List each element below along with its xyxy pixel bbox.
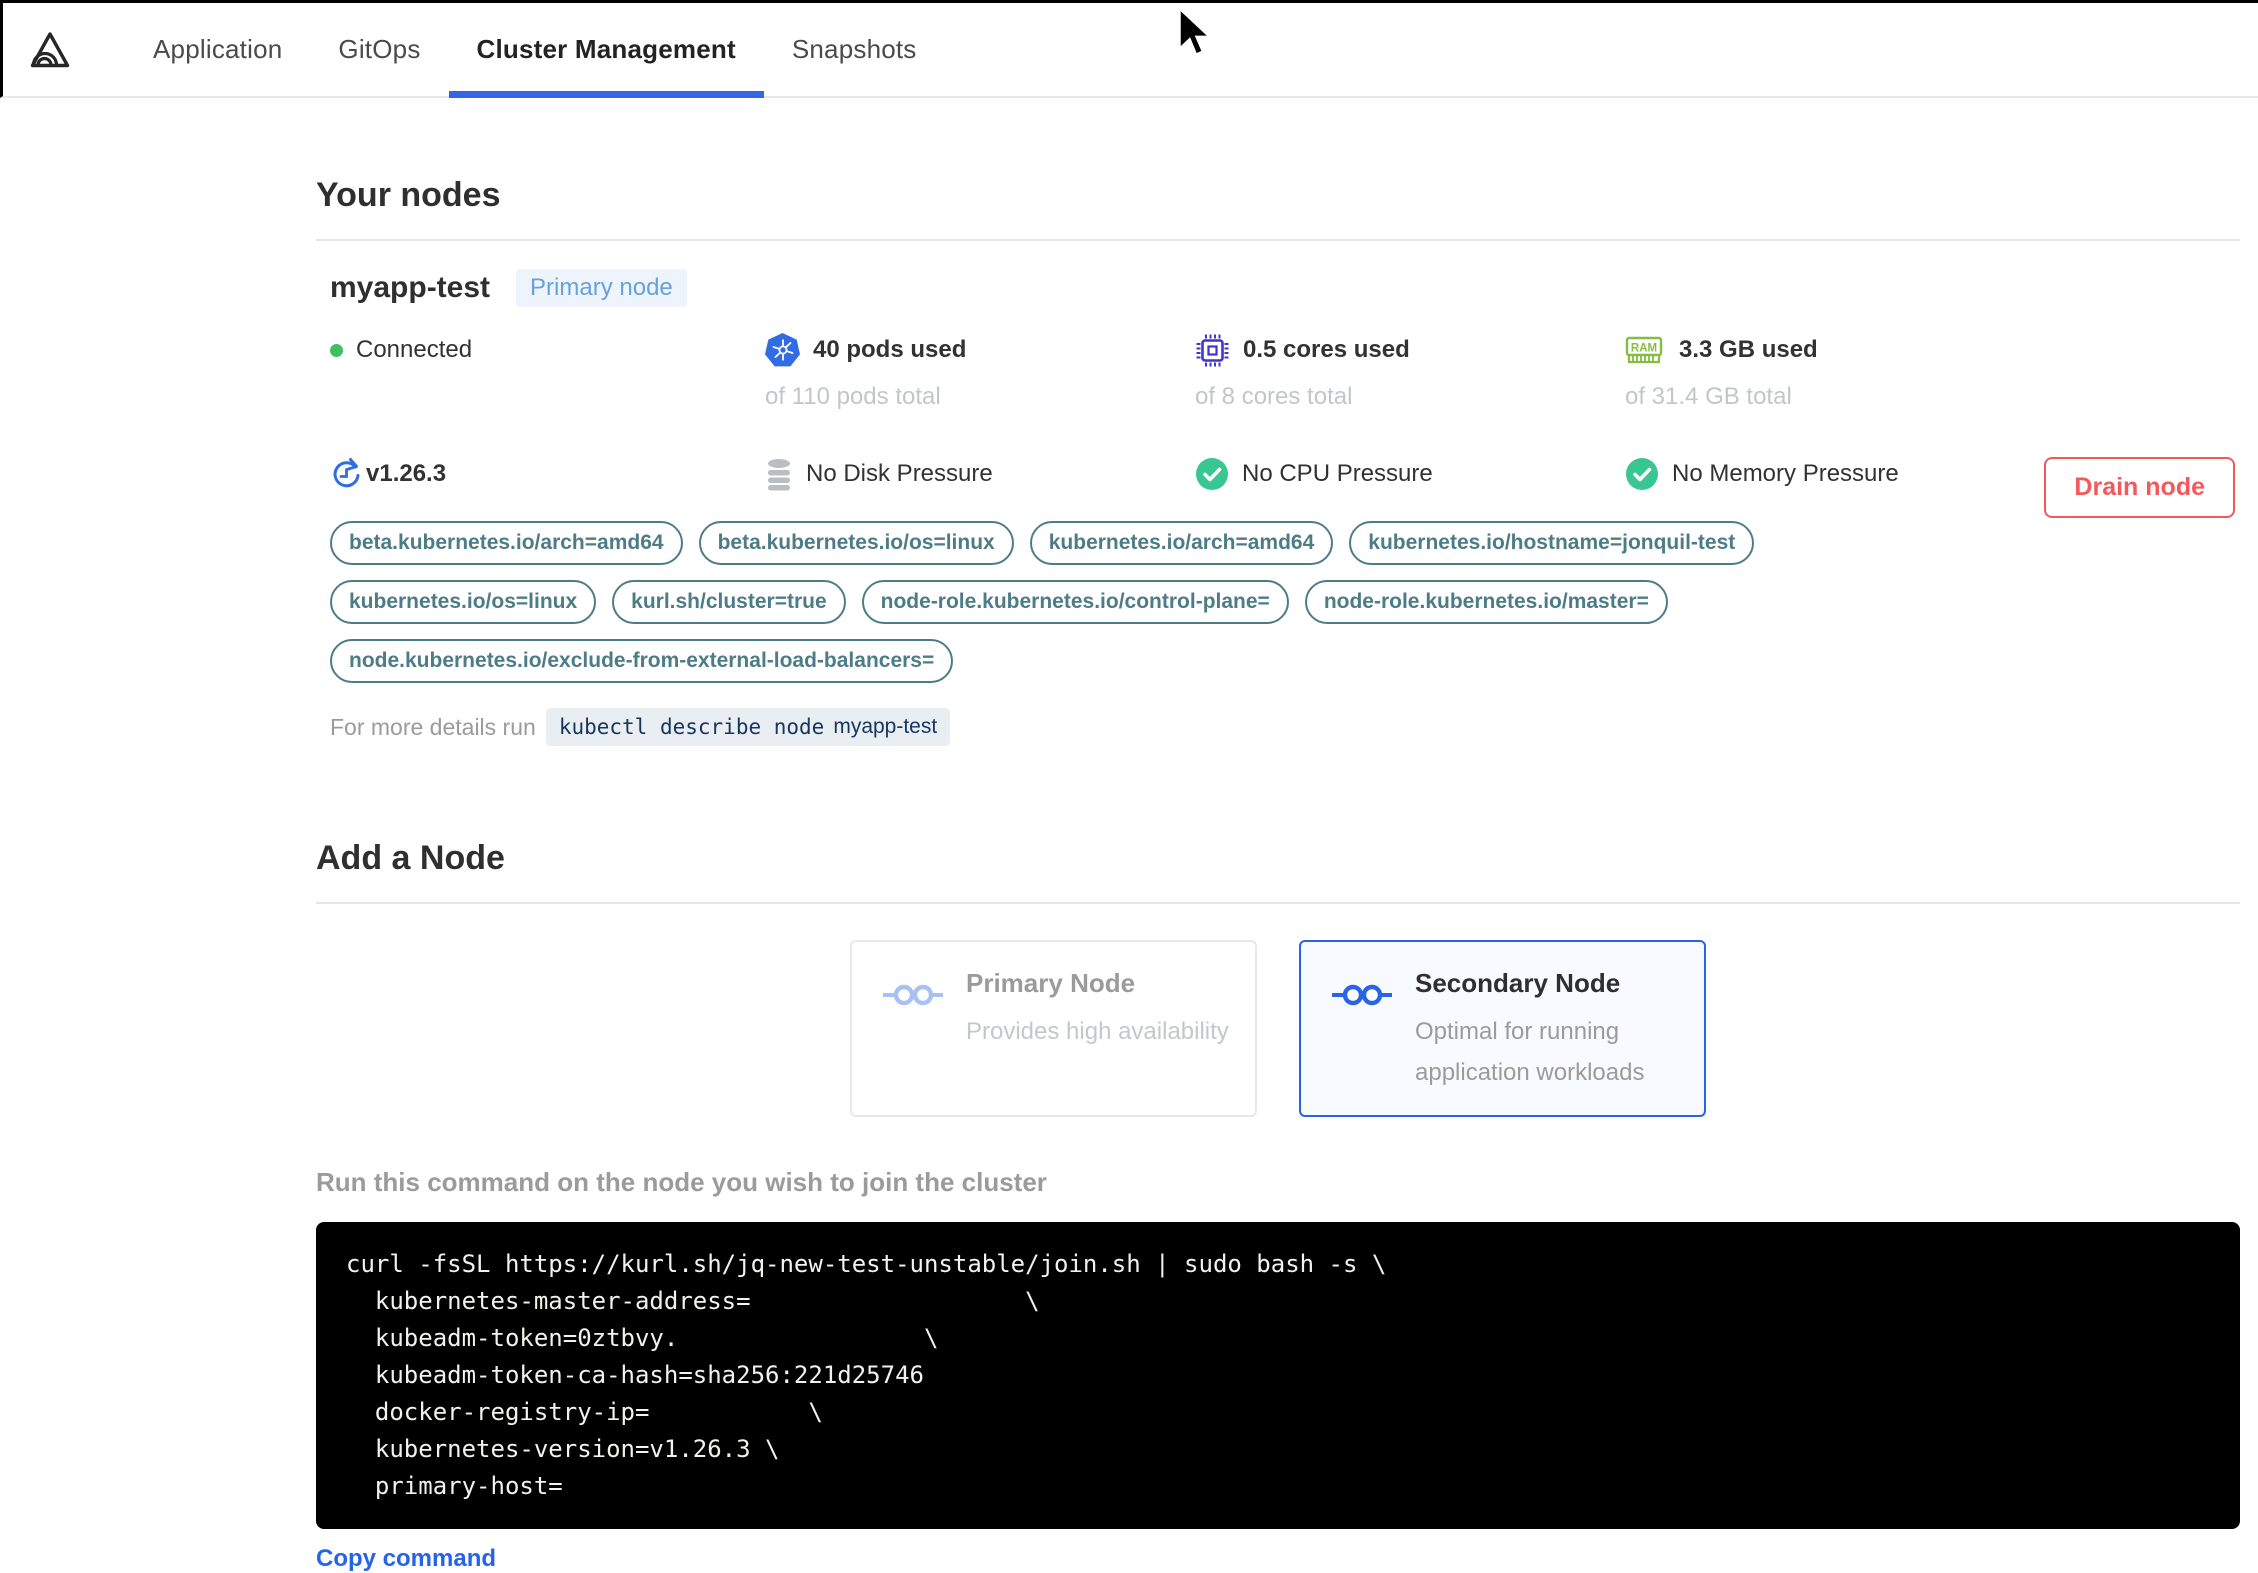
node-label-pill: beta.kubernetes.io/arch=amd64	[330, 521, 683, 565]
node-labels: beta.kubernetes.io/arch=amd64 beta.kuber…	[330, 521, 1970, 683]
node-card: myapp-test Primary node Connected 40 pod…	[316, 241, 2240, 749]
version-update-icon	[333, 458, 360, 488]
pods-total-value: of 110 pods total	[765, 383, 941, 410]
secondary-node-option[interactable]: Secondary Node Optimal for running appli…	[1299, 940, 1706, 1117]
logo-triangle-icon	[30, 31, 70, 67]
copy-command-link[interactable]: Copy command	[316, 1545, 496, 1573]
secondary-node-option-title: Secondary Node	[1415, 968, 1621, 998]
node-name: myapp-test	[330, 271, 491, 304]
node-label-pill: kubernetes.io/hostname=jonquil-test	[1349, 521, 1755, 565]
cores-used-value: 0.5 cores used	[1243, 336, 1410, 363]
memory-used-value: 3.3 GB used	[1679, 336, 1818, 363]
your-nodes-title: Your nodes	[316, 176, 501, 214]
section-divider	[316, 902, 2240, 904]
primary-node-option[interactable]: Primary Node Provides high availability	[850, 940, 1257, 1117]
drain-node-button[interactable]: Drain node	[2044, 457, 2235, 518]
node-type-options: Primary Node Provides high availability …	[316, 940, 2240, 1117]
tab-gitops[interactable]: GitOps	[310, 3, 448, 96]
node-label-pill: kubernetes.io/os=linux	[330, 580, 597, 624]
secondary-node-option-description: Optimal for running application workload…	[1415, 1018, 1645, 1086]
memory-pressure-status: No Memory Pressure	[1672, 460, 1899, 487]
mouse-cursor-icon	[1178, 7, 1214, 57]
tab-application[interactable]: Application	[125, 3, 310, 96]
cores-total-value: of 8 cores total	[1195, 383, 1353, 410]
check-circle-icon	[1196, 458, 1228, 490]
node-label-pill: node.kubernetes.io/exclude-from-external…	[330, 639, 954, 683]
node-label-pill: beta.kubernetes.io/os=linux	[698, 521, 1014, 565]
top-nav: Application GitOps Cluster Management Sn…	[0, 3, 2258, 98]
primary-node-badge: Primary node	[516, 269, 687, 307]
disk-pressure-status: No Disk Pressure	[806, 460, 993, 487]
node-label-pill: node-role.kubernetes.io/master=	[1304, 580, 1668, 624]
main-content: Your nodes myapp-test Primary node Conne…	[0, 176, 2258, 1573]
pods-used-value: 40 pods used	[813, 336, 967, 363]
node-status: Connected	[356, 336, 473, 363]
cpu-icon	[1196, 334, 1229, 366]
kubectl-command-node-name: myapp-test	[833, 715, 938, 738]
node-stats-grid: Connected 40 pods used of 110 pods total…	[330, 321, 2240, 495]
linked-nodes-icon	[883, 984, 943, 1006]
kubernetes-version: v1.26.3	[366, 460, 447, 487]
memory-total-value: of 31.4 GB total	[1625, 383, 1792, 410]
add-node-title: Add a Node	[316, 839, 505, 877]
node-label-pill: kurl.sh/cluster=true	[612, 580, 846, 624]
join-command-instruction: Run this command on the node you wish to…	[316, 1167, 1047, 1197]
cpu-pressure-status: No CPU Pressure	[1242, 460, 1433, 487]
node-label-pill: kubernetes.io/arch=amd64	[1029, 521, 1334, 565]
linked-nodes-icon	[1332, 984, 1392, 1006]
kubernetes-icon	[765, 333, 800, 367]
primary-node-option-title: Primary Node	[966, 968, 1136, 998]
connected-status-dot	[330, 343, 343, 357]
primary-node-option-description: Provides high availability	[966, 1018, 1229, 1045]
node-label-pill: node-role.kubernetes.io/control-plane=	[861, 580, 1289, 624]
join-command-terminal[interactable]: curl -fsSL https://kurl.sh/jq-new-test-u…	[316, 1222, 2240, 1529]
tab-snapshots[interactable]: Snapshots	[764, 3, 945, 96]
nav-tabs: Application GitOps Cluster Management Sn…	[125, 3, 945, 98]
kubectl-describe-command: kubectl describe node myapp-test	[545, 708, 951, 746]
kubectl-command-text: kubectl describe node	[558, 715, 825, 739]
ram-icon: RAM	[1625, 336, 1663, 363]
disk-icon	[768, 458, 790, 490]
check-circle-icon	[1626, 458, 1658, 490]
details-prefix-text: For more details run	[330, 713, 536, 740]
svg-text:RAM: RAM	[1631, 342, 1657, 354]
tab-cluster-management[interactable]: Cluster Management	[448, 3, 765, 98]
app-logo[interactable]	[3, 3, 89, 96]
